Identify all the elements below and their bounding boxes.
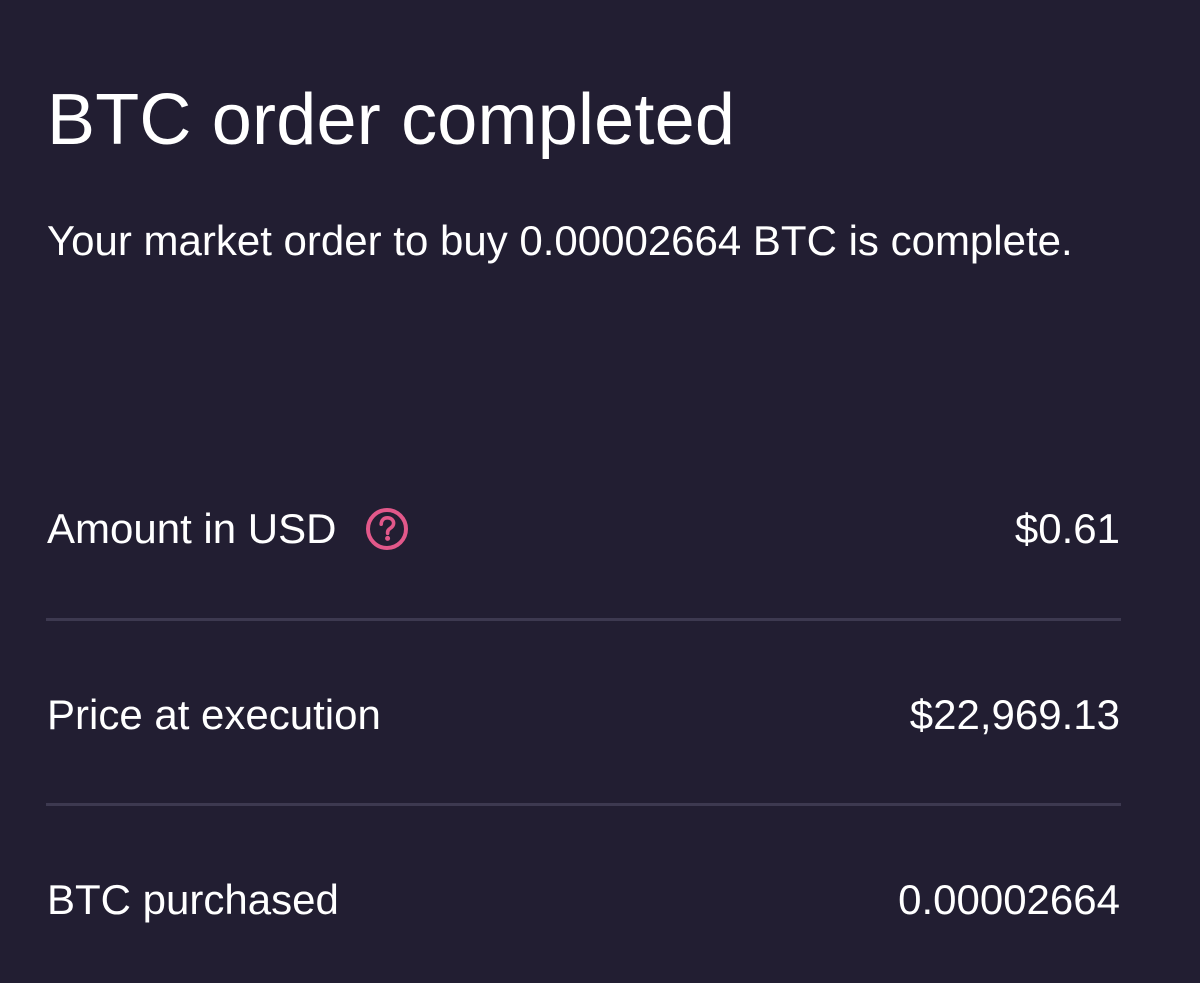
- detail-row-btc-purchased: BTC purchased 0.00002664: [47, 870, 1120, 930]
- order-confirmation-screen: BTC order completed Your market order to…: [0, 0, 1200, 983]
- detail-row-price-at-execution: Price at execution $22,969.13: [47, 685, 1120, 745]
- page-title: BTC order completed: [47, 80, 736, 160]
- detail-value-amount-in-usd: $0.61: [1014, 505, 1120, 552]
- detail-label-group: Amount in USD: [47, 499, 410, 559]
- question-circle-icon[interactable]: [364, 506, 410, 552]
- order-description: Your market order to buy 0.00002664 BTC …: [47, 217, 1073, 264]
- detail-label-btc-purchased: BTC purchased: [47, 876, 339, 923]
- detail-value-price-at-execution: $22,969.13: [909, 691, 1120, 738]
- detail-label-price-at-execution: Price at execution: [47, 691, 381, 738]
- detail-label-amount-in-usd: Amount in USD: [47, 505, 337, 552]
- divider: [46, 618, 1121, 621]
- detail-value-btc-purchased: 0.00002664: [898, 876, 1120, 923]
- detail-row-amount-in-usd: Amount in USD $0.61: [47, 499, 1120, 559]
- divider: [46, 803, 1121, 806]
